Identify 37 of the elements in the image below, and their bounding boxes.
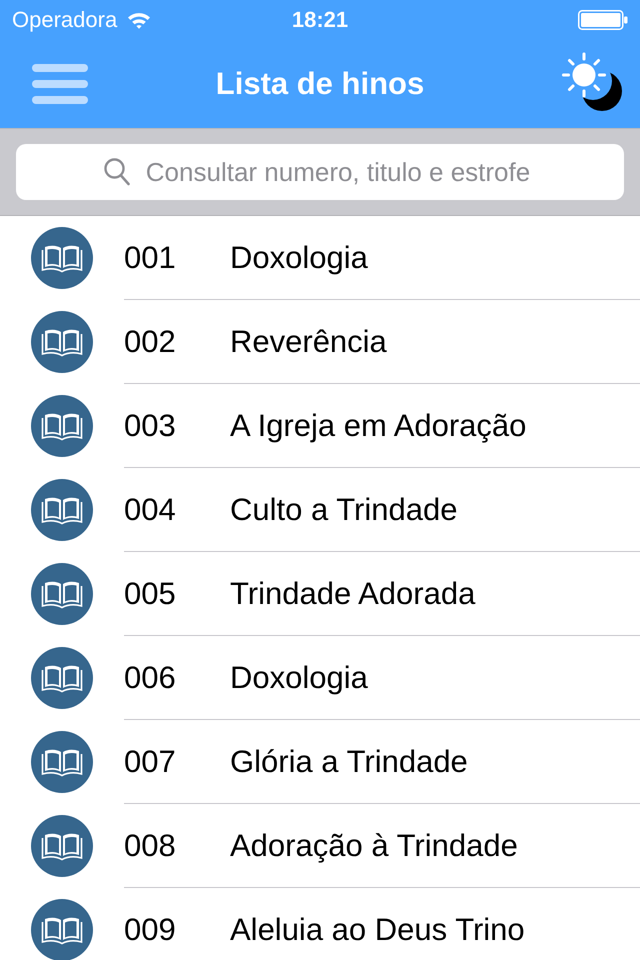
hymn-title: Doxologia bbox=[230, 660, 368, 696]
hymn-title: Trindade Adorada bbox=[230, 576, 476, 612]
book-icon bbox=[31, 647, 93, 709]
hymn-number: 005 bbox=[124, 576, 177, 612]
hymn-number: 006 bbox=[124, 660, 177, 696]
hymn-number: 008 bbox=[124, 828, 177, 864]
book-icon bbox=[31, 815, 93, 877]
book-icon bbox=[31, 479, 93, 541]
screen-title: Lista de hinos bbox=[216, 65, 424, 103]
hymn-title: Glória a Trindade bbox=[230, 744, 468, 780]
hymn-number: 007 bbox=[124, 744, 177, 780]
hymn-title: A Igreja em Adoração bbox=[230, 408, 526, 444]
hymn-number: 009 bbox=[124, 912, 177, 948]
wifi-icon bbox=[127, 11, 152, 29]
book-icon bbox=[31, 227, 93, 289]
status-time: 18:21 bbox=[292, 7, 348, 33]
hymn-title: Doxologia bbox=[230, 240, 368, 276]
hymn-number: 004 bbox=[124, 492, 177, 528]
hymn-title: Reverência bbox=[230, 324, 387, 360]
book-icon bbox=[31, 311, 93, 373]
hymn-title: Adoração à Trindade bbox=[230, 828, 518, 864]
hymn-number: 003 bbox=[124, 408, 177, 444]
hymn-title: Culto a Trindade bbox=[230, 492, 458, 528]
sun-and-moon-icon bbox=[562, 52, 622, 112]
hymn-title: Aleluia ao Deus Trino bbox=[230, 912, 525, 948]
menu-icon bbox=[32, 64, 88, 104]
book-icon bbox=[31, 563, 93, 625]
search-field[interactable]: Consultar numero, titulo e estrofe bbox=[16, 144, 624, 200]
battery-icon bbox=[578, 10, 628, 30]
book-icon bbox=[31, 731, 93, 793]
book-icon bbox=[31, 899, 93, 960]
hymn-number: 001 bbox=[124, 240, 177, 276]
carrier-name: Operadora bbox=[12, 7, 118, 33]
theme-toggle-button[interactable] bbox=[562, 52, 622, 112]
book-icon bbox=[31, 395, 93, 457]
search-icon bbox=[104, 158, 130, 186]
hymn-number: 002 bbox=[124, 324, 177, 360]
